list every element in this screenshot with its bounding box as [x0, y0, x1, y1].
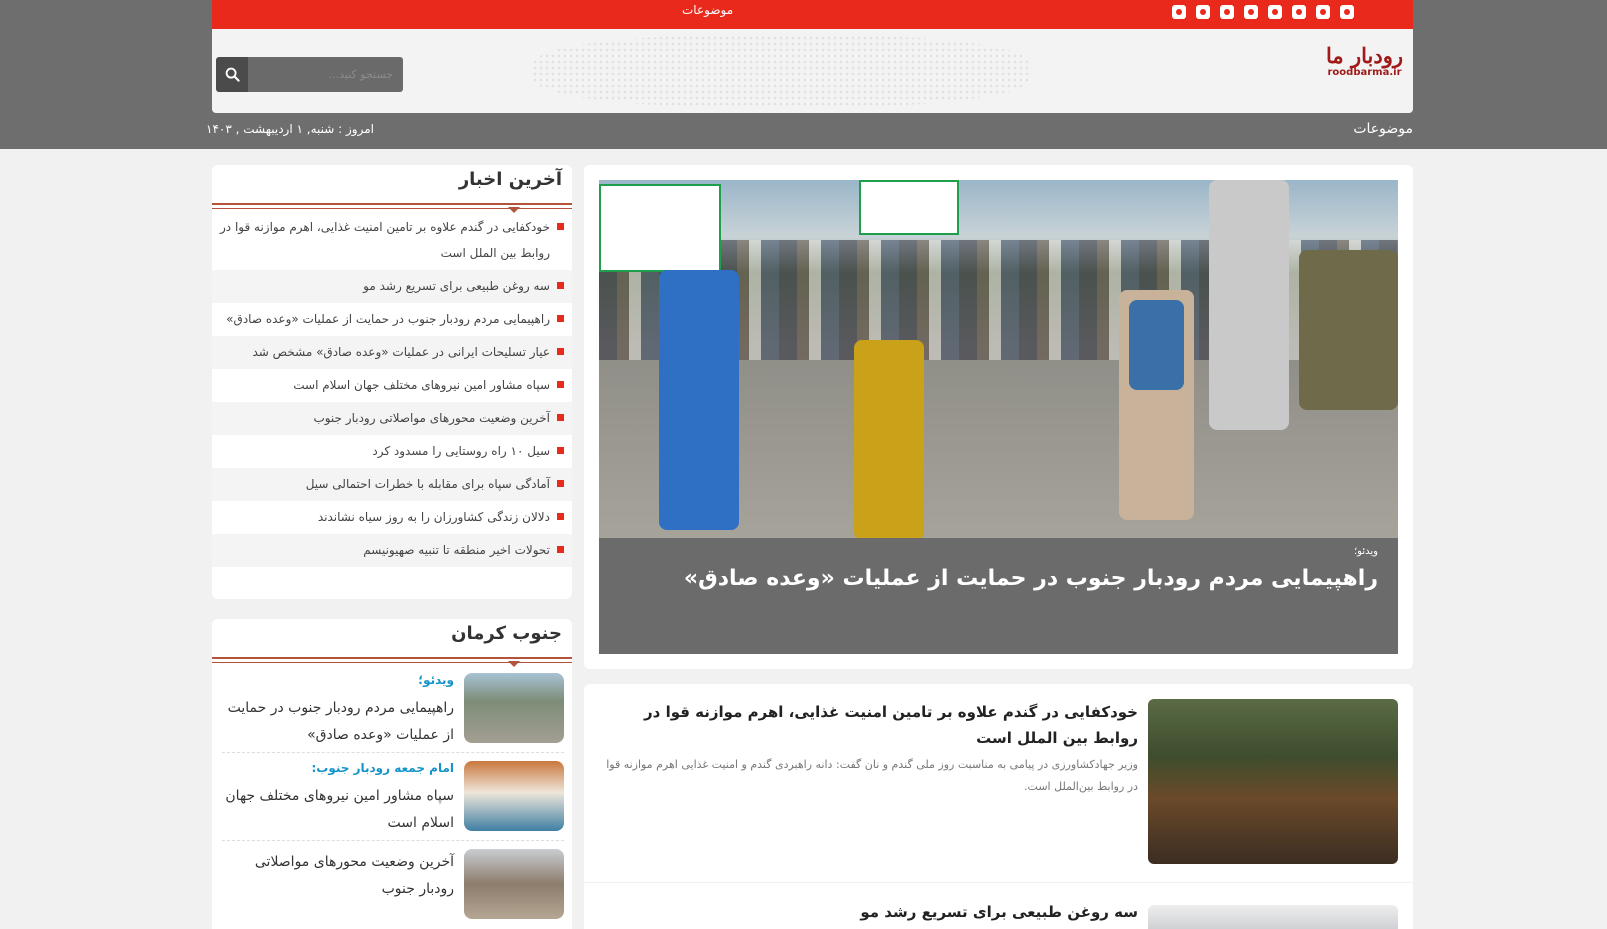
item-thumbnail[interactable]: [464, 849, 564, 919]
section-divider: [212, 203, 572, 213]
site-logo[interactable]: رودبار ما roodbarma.ir: [1326, 43, 1403, 79]
nav-bar: موضوعات امروز : شنبه, ۱ اردیبهشت , ۱۴۰۳: [206, 116, 1413, 146]
list-item[interactable]: سیل ۱۰ راه روستایی را مسدود کرد: [212, 435, 572, 468]
top-topics-link[interactable]: موضوعات: [682, 3, 733, 17]
featured-headline[interactable]: راهپیمایی مردم رودبار جنوب در حمایت از ع…: [684, 566, 1378, 591]
bullet-icon: [557, 223, 564, 230]
article-thumbnail[interactable]: [1148, 699, 1398, 864]
featured-photo[interactable]: [599, 180, 1398, 538]
featured-caption: ویدئو؛ راهپیمایی مردم رودبار جنوب در حما…: [599, 538, 1398, 654]
social-links: [1172, 5, 1354, 19]
twitter-icon[interactable]: [1292, 5, 1306, 19]
bullet-icon: [557, 282, 564, 289]
bullet-icon: [557, 414, 564, 421]
chat-icon[interactable]: [1196, 5, 1210, 19]
bullet-icon: [557, 513, 564, 520]
site-header: رودبار ما roodbarma.ir: [212, 29, 1413, 113]
article-lead: وزیر جهادکشاورزی در پیامی به مناسبت روز …: [606, 758, 1138, 793]
list-item[interactable]: راهپیمایی مردم رودبار جنوب در حمایت از ع…: [212, 303, 572, 336]
app-icon[interactable]: [1220, 5, 1234, 19]
list-item[interactable]: امام جمعه رودبار جنوب: سپاه مشاور امین ن…: [222, 753, 564, 841]
eitaa-icon[interactable]: [1244, 5, 1258, 19]
search-box: [216, 57, 403, 92]
list-item[interactable]: سپاه مشاور امین نیروهای مختلف جهان اسلام…: [212, 369, 572, 402]
list-item[interactable]: آخرین وضعیت محورهای مواصلاتی رودبار جنوب: [222, 841, 564, 929]
article-thumbnail[interactable]: [1148, 905, 1398, 929]
latest-news-list: خودکفایی در گندم علاوه بر تامین امنیت غذ…: [212, 211, 572, 567]
south-kerman-title: جنوب کرمان: [451, 623, 562, 644]
item-kicker: امام جمعه رودبار جنوب:: [311, 761, 455, 775]
rss-icon[interactable]: [1172, 5, 1186, 19]
item-thumbnail[interactable]: [464, 761, 564, 831]
item-title[interactable]: سپاه مشاور امین نیروهای مختلف جهان اسلام…: [224, 783, 454, 837]
top-strip: موضوعات: [212, 0, 1413, 29]
grid-icon[interactable]: [1268, 5, 1282, 19]
featured-article[interactable]: ویدئو؛ راهپیمایی مردم رودبار جنوب در حما…: [584, 165, 1413, 669]
bullet-icon: [557, 480, 564, 487]
section-divider: [212, 657, 572, 667]
bullet-icon: [557, 348, 564, 355]
bullet-icon: [557, 315, 564, 322]
list-item[interactable]: آخرین وضعیت محورهای مواصلاتی رودبار جنوب: [212, 402, 572, 435]
latest-news-box: آخرین اخبار خودکفایی در گندم علاوه بر تا…: [212, 165, 572, 599]
list-item[interactable]: ویدئو؛ راهپیمایی مردم رودبار جنوب در حما…: [222, 665, 564, 753]
south-kerman-box: جنوب کرمان ویدئو؛ راهپیمایی مردم رودبار …: [212, 619, 572, 929]
list-item[interactable]: آمادگی سپاه برای مقابله با خطرات احتمالی…: [212, 468, 572, 501]
list-item[interactable]: عیار تسلیحات ایرانی در عملیات «وعده صادق…: [212, 336, 572, 369]
world-map-decoration: [532, 35, 1032, 107]
search-icon: [225, 67, 240, 82]
bullet-icon: [557, 546, 564, 553]
latest-news-title: آخرین اخبار: [458, 169, 562, 190]
bullet-icon: [557, 447, 564, 454]
logo-text: رودبار ما: [1326, 43, 1403, 68]
today-date: امروز : شنبه, ۱ اردیبهشت , ۱۴۰۳: [206, 122, 374, 136]
logo-domain: roodbarma.ir: [1327, 67, 1402, 78]
article-card[interactable]: خودکفایی در گندم علاوه بر تامین امنیت غذ…: [584, 684, 1413, 882]
list-item[interactable]: خودکفایی در گندم علاوه بر تامین امنیت غذ…: [212, 211, 572, 270]
item-kicker: ویدئو؛: [418, 673, 454, 687]
instagram-icon[interactable]: [1316, 5, 1330, 19]
nav-topics-link[interactable]: موضوعات: [1353, 121, 1413, 137]
item-title[interactable]: آخرین وضعیت محورهای مواصلاتی رودبار جنوب: [224, 849, 454, 903]
item-thumbnail[interactable]: [464, 673, 564, 743]
list-item[interactable]: تحولات اخیر منطقه تا تنبیه صهیونیسم: [212, 534, 572, 567]
list-item[interactable]: سه روغن طبیعی برای تسریع رشد مو: [212, 270, 572, 303]
bullet-icon: [557, 381, 564, 388]
item-title[interactable]: راهپیمایی مردم رودبار جنوب در حمایت از ع…: [224, 695, 454, 749]
list-item[interactable]: دلالان زندگی کشاورزان را به روز سیاه نشا…: [212, 501, 572, 534]
article-card[interactable]: سه روغن طبیعی برای تسریع رشد مو: [584, 883, 1413, 929]
article-title[interactable]: خودکفایی در گندم علاوه بر تامین امنیت غذ…: [598, 699, 1138, 751]
search-button[interactable]: [216, 57, 248, 92]
telegram-icon[interactable]: [1340, 5, 1354, 19]
search-input[interactable]: [248, 57, 403, 92]
featured-kicker: ویدئو؛: [1354, 546, 1378, 557]
article-title[interactable]: سه روغن طبیعی برای تسریع رشد مو: [860, 903, 1138, 921]
